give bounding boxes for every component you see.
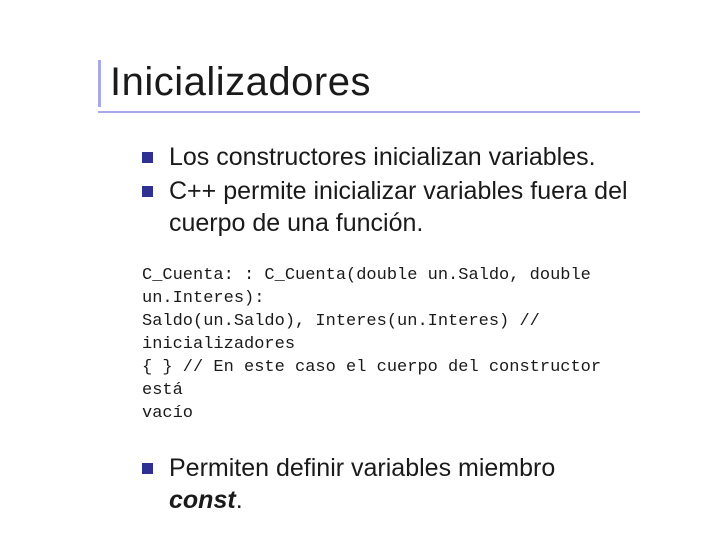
code-line: Saldo(un.Saldo), Interes(un.Interes) // … [142,312,550,354]
body-upper: Los constructores inicializan variables.… [50,141,670,426]
slide: Inicializadores Los constructores inicia… [0,0,720,540]
square-bullet-icon [142,186,153,197]
code-block: C_Cuenta: : C_Cuenta(double un.Saldo, do… [142,265,630,426]
code-line: vacío [142,404,193,423]
list-item: Permiten definir variables miembro const… [142,452,630,516]
list-item: C++ permite inicializar variables fuera … [142,175,630,239]
square-bullet-icon [142,463,153,474]
code-line: { } // En este caso el cuerpo del constr… [142,358,611,400]
bullet-text-tail: . [236,486,243,514]
bullet-text-part: Permiten definir variables miembro [169,454,555,482]
slide-title: Inicializadores [110,60,670,113]
bullet-text: C++ permite inicializar variables fuera … [169,175,630,239]
title-block: Inicializadores [50,60,670,113]
body-lower: Permiten definir variables miembro const… [50,452,670,516]
accent-underline [98,111,640,113]
accent-vertical [98,60,101,107]
bullet-text: Los constructores inicializan variables. [169,141,596,173]
list-item: Los constructores inicializan variables. [142,141,630,173]
bullet-text: Permiten definir variables miembro const… [169,452,630,516]
code-line: C_Cuenta: : C_Cuenta(double un.Saldo, do… [142,266,601,308]
square-bullet-icon [142,152,153,163]
keyword-const: const [169,486,236,514]
